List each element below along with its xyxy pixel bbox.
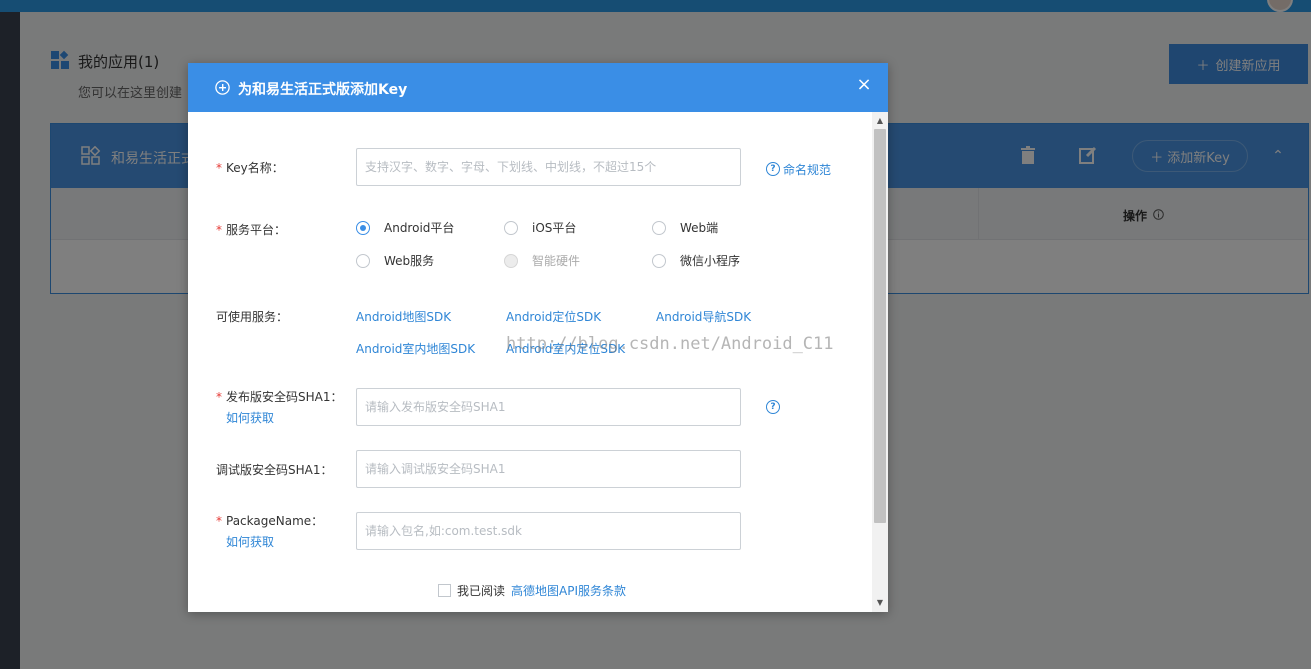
radio-label: Android平台 [384, 221, 455, 235]
radio-web-service[interactable]: Web服务 [356, 252, 434, 269]
key-name-label: * Key名称： [216, 159, 284, 176]
service-link[interactable]: Android导航SDK [656, 308, 751, 325]
agreement-prefix: 我已阅读 [457, 584, 506, 598]
radio-dot [504, 253, 518, 268]
dialog-body: * Key名称： ? 命名规范 * 服务平台： Android平台 iOS平台 … [188, 112, 872, 612]
package-name-input[interactable] [356, 512, 741, 550]
service-link[interactable]: Android地图SDK [356, 308, 451, 325]
package-name-label-text: PackageName： [226, 514, 324, 528]
radio-label: Web端 [680, 221, 719, 235]
radio-android[interactable]: Android平台 [356, 219, 454, 236]
radio-label: Web服务 [384, 254, 435, 268]
scroll-down-icon[interactable]: ▼ [872, 596, 888, 610]
debug-sha1-label: 调试版安全码SHA1： [216, 463, 333, 477]
services-label: 可使用服务： [216, 310, 289, 324]
agreement-checkbox[interactable] [438, 584, 451, 597]
platform-label: * 服务平台： [216, 221, 287, 238]
dialog-header: 为和易生活正式版添加Key × [188, 63, 888, 112]
release-sha1-input[interactable] [356, 388, 741, 426]
radio-dot [356, 253, 370, 268]
help-icon[interactable]: ? [766, 162, 780, 176]
radio-dot [652, 253, 666, 268]
required-mark: * [216, 389, 222, 404]
key-name-label-text: Key名称： [226, 161, 284, 175]
service-link[interactable]: Android室内地图SDK [356, 340, 475, 357]
radio-dot [504, 220, 518, 235]
radio-ios[interactable]: iOS平台 [504, 219, 576, 236]
radio-label: 微信小程序 [680, 254, 741, 268]
required-mark: * [216, 222, 222, 237]
release-sha1-label: * 发布版安全码SHA1： [216, 388, 343, 405]
scroll-thumb[interactable] [874, 129, 886, 523]
radio-wechat-miniprogram[interactable]: 微信小程序 [652, 252, 740, 269]
watermark: http://blog.csdn.net/Android_C11 [506, 334, 834, 354]
package-name-label: * PackageName： [216, 512, 324, 529]
radio-label: iOS平台 [532, 221, 577, 235]
dialog-title: 为和易生活正式版添加Key [215, 79, 407, 99]
agreement-link[interactable]: 高德地图API服务条款 [511, 582, 626, 599]
radio-dot [356, 220, 370, 235]
key-name-input[interactable] [356, 148, 741, 186]
debug-sha1-input[interactable] [356, 450, 741, 488]
close-icon[interactable]: × [854, 75, 874, 95]
plus-circle-icon [215, 79, 230, 99]
radio-dot [652, 220, 666, 235]
scroll-up-icon[interactable]: ▲ [872, 114, 888, 128]
naming-rules-link[interactable]: 命名规范 [783, 161, 831, 178]
dialog-scrollbar[interactable]: ▲ ▼ [872, 112, 888, 612]
platform-label-text: 服务平台： [226, 223, 287, 237]
release-sha1-label-text: 发布版安全码SHA1： [226, 390, 343, 404]
service-link[interactable]: Android定位SDK [506, 308, 601, 325]
radio-smart-hardware: 智能硬件 [504, 252, 580, 269]
release-sha1-howto-link[interactable]: 如何获取 [226, 409, 274, 426]
agreement-row: 我已阅读 高德地图API服务条款 [438, 582, 626, 599]
help-icon[interactable]: ? [766, 400, 780, 414]
radio-web[interactable]: Web端 [652, 219, 718, 236]
radio-label: 智能硬件 [532, 254, 581, 268]
add-key-dialog: 为和易生活正式版添加Key × * Key名称： ? 命名规范 * 服务平台： … [188, 63, 888, 612]
dialog-title-text: 为和易生活正式版添加Key [238, 82, 408, 98]
required-mark: * [216, 160, 222, 175]
required-mark: * [216, 513, 222, 528]
package-name-howto-link[interactable]: 如何获取 [226, 533, 274, 550]
